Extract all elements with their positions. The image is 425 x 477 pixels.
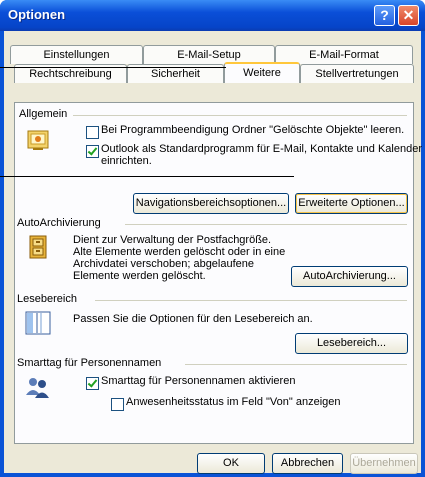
section-divider <box>95 300 407 301</box>
cancel-button[interactable]: Abbrechen <box>272 453 343 474</box>
section-divider <box>125 224 407 225</box>
navigation-pane-options-button[interactable]: Navigationsbereichsoptionen... <box>133 193 289 214</box>
help-button[interactable]: ? <box>374 5 395 26</box>
lesebereich-desc: Passen Sie die Optionen für den Lesebere… <box>73 313 313 325</box>
label-default-program-1: Outlook als Standardprogramm für E-Mail,… <box>101 143 422 155</box>
reading-pane-icon <box>25 310 51 336</box>
section-divider <box>185 364 407 365</box>
label-presence-status: Anwesenheitsstatus im Feld "Von" anzeige… <box>126 396 341 408</box>
close-button[interactable]: ✕ <box>398 5 419 26</box>
section-allgemein: Allgemein <box>15 108 413 120</box>
callout-line-weitere-tab <box>0 67 226 68</box>
checkbox-default-program[interactable] <box>86 145 99 158</box>
persons-icon <box>25 375 51 399</box>
section-heading-lesebereich: Lesebereich <box>17 293 83 305</box>
checkbox-empty-deleted[interactable] <box>86 126 99 139</box>
window-title: Optionen <box>8 7 66 22</box>
general-options-icon <box>27 129 49 151</box>
label-smarttag: Smarttag für Personennamen aktivieren <box>101 375 296 387</box>
autoarchiv-desc-2: Alte Elemente werden gelöscht oder in ei… <box>73 246 286 258</box>
apply-button: Übernehmen <box>350 453 418 474</box>
title-bar: Optionen ? ✕ <box>0 0 425 31</box>
tab-einstellungen[interactable]: Einstellungen <box>10 45 143 64</box>
autoarchive-button[interactable]: AutoArchivierung... <box>291 266 408 287</box>
autoarchiv-desc-1: Dient zur Verwaltung der Postfachgröße. <box>73 234 272 246</box>
label-default-program-2: einrichten. <box>101 155 152 167</box>
autoarchiv-desc-4: Elemente werden gelöscht. <box>73 270 206 282</box>
tab-weitere[interactable]: Weitere <box>224 62 300 83</box>
tab-panel-weitere: Allgemein Bei Programmbeendigung Ordner … <box>14 102 422 444</box>
section-smarttag: Smarttag für Personennamen <box>15 357 413 369</box>
callout-line-advanced-options <box>0 176 294 177</box>
dialog-client: Einstellungen E-Mail-Setup E-Mail-Format… <box>4 31 422 474</box>
checkbox-presence-status[interactable] <box>111 398 124 411</box>
advanced-options-button[interactable]: Erweiterte Optionen... <box>295 193 408 214</box>
section-heading-smarttag: Smarttag für Personennamen <box>17 357 168 369</box>
autoarchiv-desc-3: Archivdatei verschoben; abgelaufene <box>73 258 255 270</box>
ok-button[interactable]: OK <box>197 453 265 474</box>
checkbox-smarttag[interactable] <box>86 377 99 390</box>
reading-pane-button[interactable]: Lesebereich... <box>295 333 408 354</box>
section-heading-allgemein: Allgemein <box>19 108 74 120</box>
archive-cabinet-icon <box>27 234 49 260</box>
options-dialog: Optionen ? ✕ Einstellungen E-Mail-Setup … <box>0 0 425 477</box>
tab-stellvertretungen[interactable]: Stellvertretungen <box>300 64 414 83</box>
section-autoarchiv: AutoArchivierung <box>15 217 413 229</box>
section-heading-autoarchiv: AutoArchivierung <box>17 217 107 229</box>
label-empty-deleted: Bei Programmbeendigung Ordner "Gelöschte… <box>101 124 405 136</box>
section-divider <box>65 115 407 116</box>
section-lesebereich: Lesebereich <box>15 293 413 305</box>
